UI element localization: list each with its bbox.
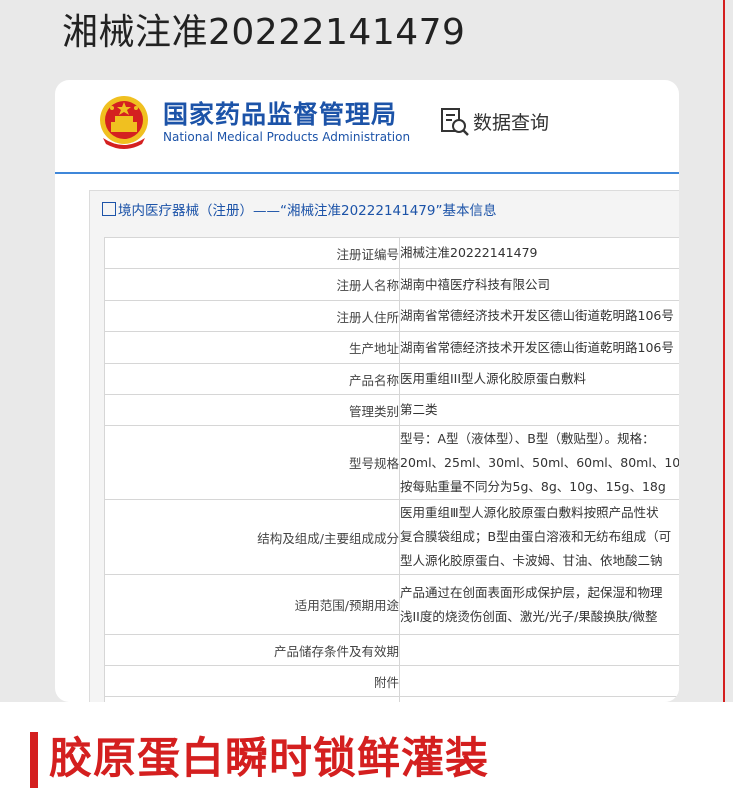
document-icon	[102, 202, 116, 216]
header-divider	[55, 172, 679, 174]
table-row: 结构及组成/主要组成成分 医用重组Ⅲ型人源化胶原蛋白敷料按照产品性状 复合膜袋组成；…	[104, 499, 679, 575]
agency-name-en: National Medical Products Administration	[163, 130, 411, 144]
table-row: 型号规格 型号：A型（液体型）、B型（敷贴型）。规格： 20ml、25ml、30ml…	[104, 425, 680, 500]
right-edge-line	[723, 0, 725, 800]
page-title: 湘械注准20222141479	[62, 12, 466, 53]
field-value-line: 湖南中禧医疗科技有限公司	[400, 276, 551, 292]
registration-info-table: 注册证编号 湘械注准20222141479 注册人名称 湖南中禧医疗科技有限公司 注册人…	[104, 237, 679, 702]
field-label: 适用范围/预期用途	[104, 574, 400, 635]
field-label: 产品储存条件及有效期	[104, 634, 400, 666]
field-value: 湖南省常德经济技术开发区德山街道乾明路106号	[399, 331, 679, 364]
field-value-line: 第二类	[400, 402, 438, 417]
table-row: 适用范围/预期用途 产品通过在创面表面形成保护层，起保湿和物理 浅II度的烧烫伤创面…	[104, 574, 679, 635]
field-label: 附件	[104, 665, 400, 697]
field-value: 第二类	[399, 394, 679, 426]
field-value: 医用重组III型人源化胶原蛋白敷料	[399, 363, 679, 395]
field-label: 注册人住所	[104, 300, 400, 332]
table-row: 管理类别 第二类	[104, 394, 679, 426]
data-query-label: 数据查询	[473, 112, 550, 134]
detail-panel: 境内医疗器械（注册）——“湘械注准20222141479”基本信息 注册证编号湘…	[89, 190, 679, 702]
slogan: 胶原蛋白瞬时锁鲜灌装	[49, 734, 489, 784]
nmpa-screenshot-card: 国家药品监督管理局 National Medical Products Admi…	[55, 80, 679, 702]
field-label: 注册人名称	[104, 268, 400, 301]
table-row: 注册证编号 湘械注准20222141479	[104, 237, 679, 269]
field-value: 医用重组Ⅲ型人源化胶原蛋白敷料按照产品性状 复合膜袋组成；B型由蛋白溶液和无纺布组…	[399, 499, 679, 575]
field-value	[399, 665, 679, 697]
field-value: 湖南中禧医疗科技有限公司	[399, 268, 679, 301]
table-row: 注册人住所 湖南省常德经济技术开发区德山街道乾明路106号	[104, 300, 679, 332]
field-label: 型号规格	[104, 425, 400, 500]
field-value-line: 20ml、25ml、30ml、50ml、60ml、80ml、100ml	[400, 454, 680, 470]
slogan-accent-bar	[30, 732, 38, 788]
field-value-line: 湖南省常德经济技术开发区德山街道乾明路106号	[400, 339, 674, 355]
field-value-line: 浅II度的烧烫伤创面、激光/光子/果酸换肤/微整	[400, 608, 658, 624]
site-header: 国家药品监督管理局 National Medical Products Admi…	[55, 80, 679, 172]
national-emblem-icon	[100, 96, 148, 149]
field-label: 产品名称	[104, 363, 400, 395]
table-row: 注册人名称 湖南中禧医疗科技有限公司	[104, 268, 679, 301]
field-value-line: 医用重组Ⅲ型人源化胶原蛋白敷料按照产品性状	[400, 505, 659, 520]
field-value-line: 湖南省常德经济技术开发区德山街道乾明路106号	[400, 308, 674, 323]
table-row: 产品储存条件及有效期	[104, 634, 679, 666]
search-document-icon	[441, 108, 469, 136]
breadcrumb-text: 境内医疗器械（注册）——“湘械注准20222141479”基本信息	[118, 203, 497, 219]
field-value: 湘械注准20222141479	[399, 237, 679, 269]
field-value: 湖南省常德经济技术开发区德山街道乾明路106号	[399, 300, 679, 332]
agency-name-cn: 国家药品监督管理局	[163, 100, 398, 129]
field-label: 管理类别	[104, 394, 400, 426]
field-value-line: 产品通过在创面表面形成保护层，起保湿和物理	[400, 584, 663, 600]
field-value: 型号：A型（液体型）、B型（敷贴型）。规格： 20ml、25ml、30ml、50m…	[399, 425, 680, 500]
field-value-line: 型人源化胶原蛋白、卡波姆、甘油、依地酸二钠	[400, 553, 663, 568]
field-value-line: 按每贴重量不同分为5g、8g、10g、15g、18g	[400, 478, 666, 494]
table-row: 产品名称 医用重组III型人源化胶原蛋白敷料	[104, 363, 679, 395]
breadcrumb: 境内医疗器械（注册）——“湘械注准20222141479”基本信息	[102, 199, 496, 219]
field-label: 生产地址	[104, 331, 400, 364]
field-label: 注册证编号	[104, 237, 400, 269]
table-row: 生产地址 湖南省常德经济技术开发区德山街道乾明路106号	[104, 331, 679, 364]
field-label: 结构及组成/主要组成成分	[104, 499, 400, 575]
table-row: 附件	[104, 665, 679, 697]
field-value-line: 医用重组III型人源化胶原蛋白敷料	[400, 371, 587, 386]
field-value	[399, 634, 679, 666]
field-value-line: 湘械注准20222141479	[400, 245, 538, 260]
field-value: 产品通过在创面表面形成保护层，起保湿和物理 浅II度的烧烫伤创面、激光/光子/果酸…	[399, 574, 679, 635]
field-value-line: 复合膜袋组成；B型由蛋白溶液和无纺布组成（可	[400, 529, 672, 544]
field-value-line: 型号：A型（液体型）、B型（敷贴型）。规格：	[400, 430, 655, 446]
